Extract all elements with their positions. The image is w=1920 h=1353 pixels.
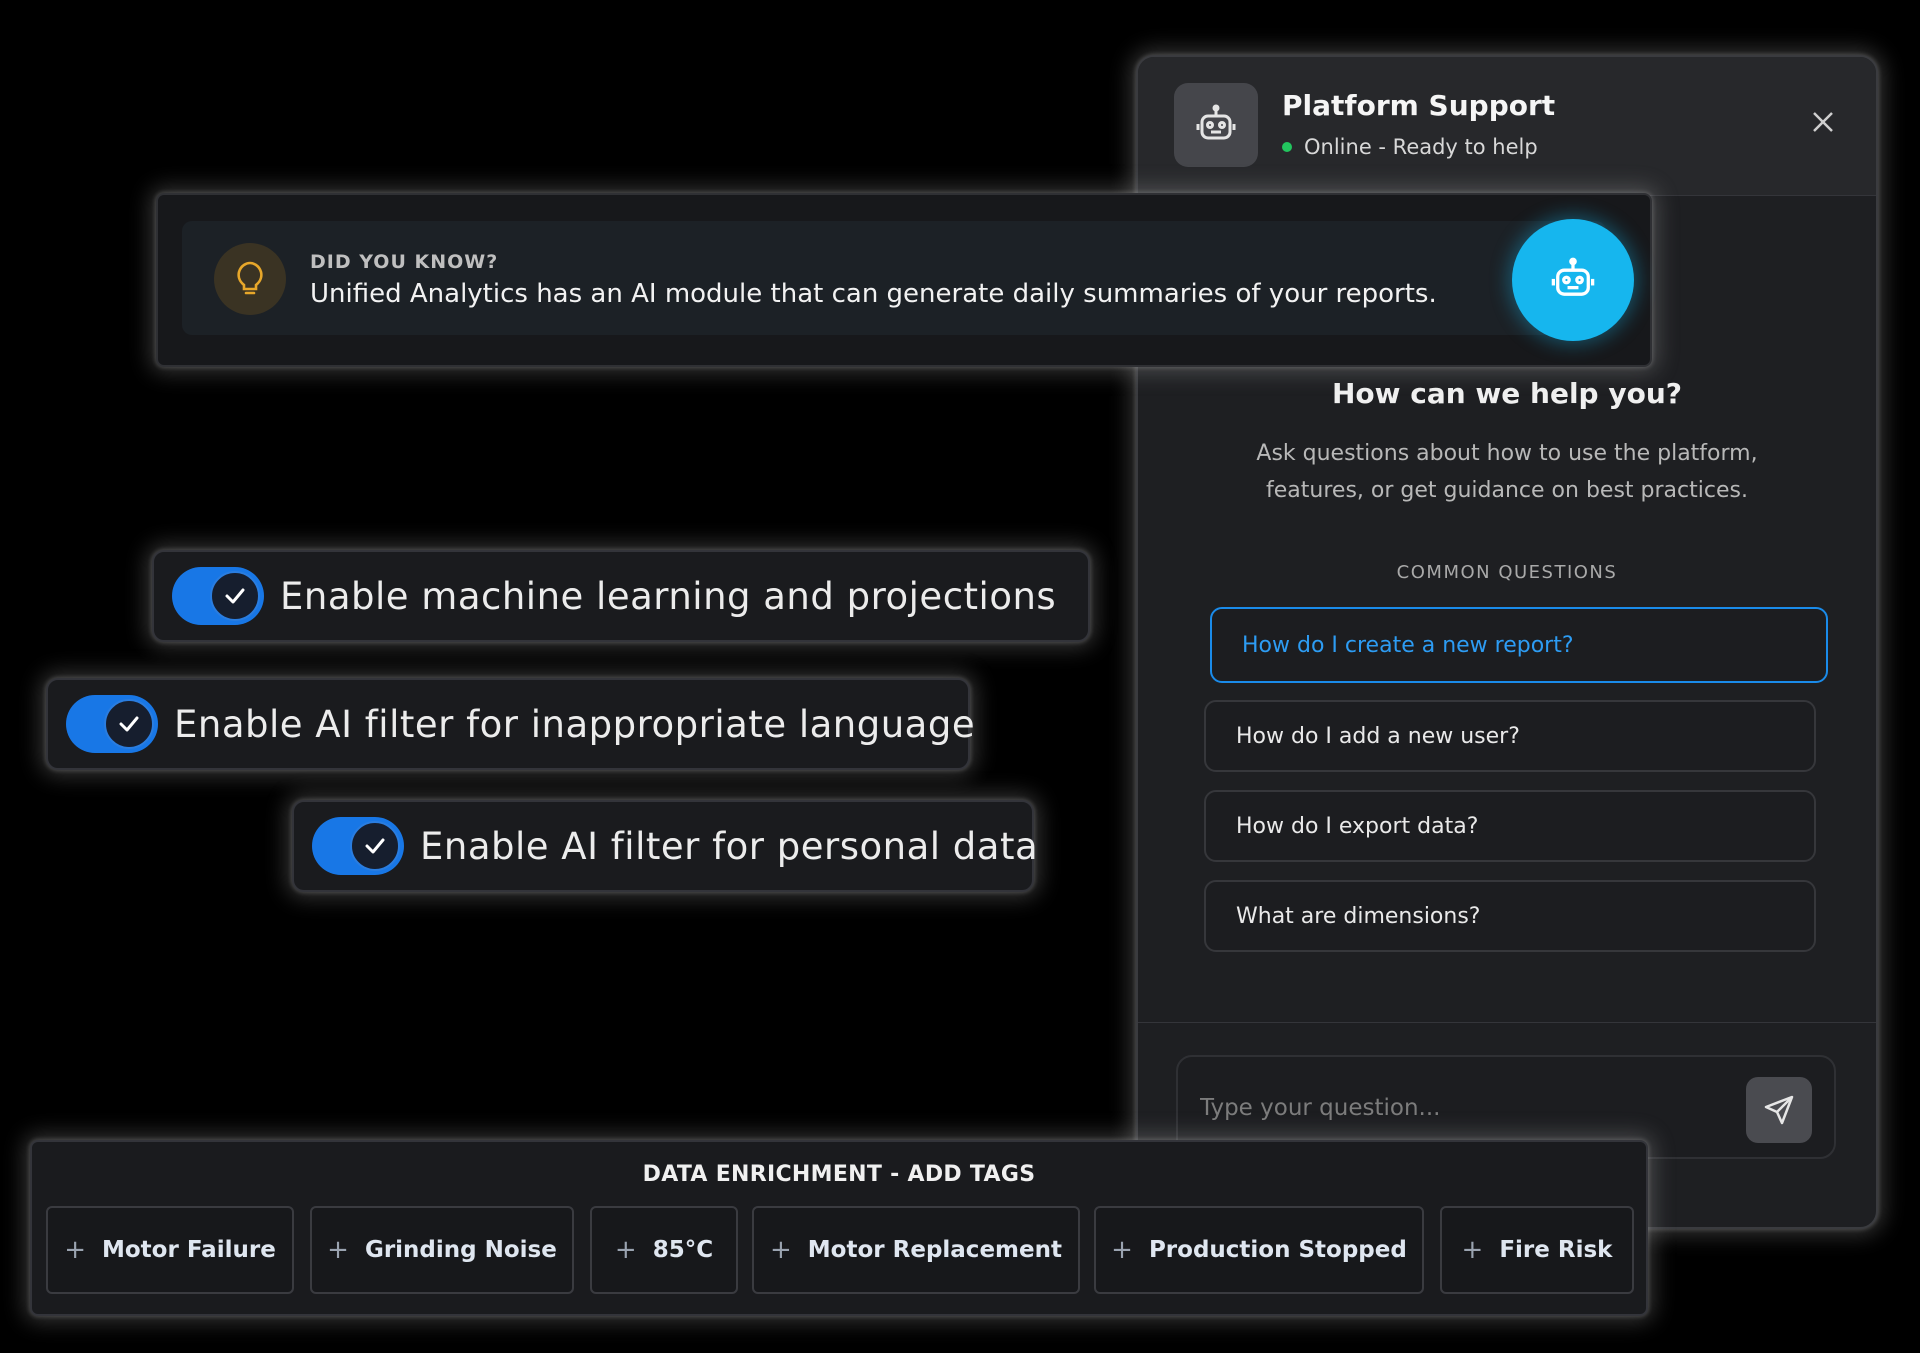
support-status: Online - Ready to help — [1282, 135, 1538, 159]
language-filter-toggle[interactable] — [66, 695, 158, 753]
tag-label: Production Stopped — [1148, 1237, 1407, 1263]
check-icon — [104, 699, 154, 749]
toggle-label: Enable AI filter for inappropriate langu… — [174, 702, 976, 746]
plus-icon: + — [770, 1235, 792, 1265]
toggle-card-personal-data: Enable AI filter for personal data — [292, 800, 1038, 892]
support-status-text: Online - Ready to help — [1304, 135, 1538, 159]
tip-content: DID YOU KNOW? Unified Analytics has an A… — [182, 221, 1606, 335]
tag-label: Motor Failure — [101, 1237, 276, 1263]
tag-label: 85°C — [652, 1237, 714, 1263]
toggle-label: Enable AI filter for personal data — [420, 824, 1039, 868]
toggle-card-language: Enable AI filter for inappropriate langu… — [46, 678, 975, 770]
toggle-label: Enable machine learning and projections — [280, 574, 1057, 618]
plus-icon: + — [327, 1235, 349, 1265]
tag-button[interactable]: + Grinding Noise — [310, 1206, 574, 1294]
tag-label: Fire Risk — [1499, 1237, 1613, 1263]
tip-text: Unified Analytics has an AI module that … — [310, 279, 1437, 309]
question-button[interactable]: What are dimensions? — [1204, 880, 1816, 952]
plus-icon: + — [614, 1235, 637, 1265]
support-title: Platform Support — [1282, 89, 1556, 122]
tip-banner: DID YOU KNOW? Unified Analytics has an A… — [156, 193, 1652, 367]
tag-button[interactable]: + 85°C — [590, 1206, 738, 1294]
ml-toggle[interactable] — [172, 567, 264, 625]
question-button[interactable]: How do I add a new user? — [1204, 700, 1816, 772]
tag-button[interactable]: + Production Stopped — [1094, 1206, 1424, 1294]
online-status-dot — [1282, 142, 1292, 152]
help-title: How can we help you? — [1331, 377, 1683, 410]
tags-header: DATA ENRICHMENT - ADD TAGS — [642, 1162, 1036, 1187]
check-icon — [210, 571, 260, 621]
check-icon — [350, 821, 400, 871]
send-icon[interactable] — [1746, 1077, 1812, 1143]
lightbulb-icon — [214, 243, 286, 315]
help-subtitle: Ask questions about how to use the platf… — [1256, 441, 1758, 503]
plus-icon: + — [1461, 1235, 1484, 1265]
robot-icon[interactable] — [1512, 219, 1634, 341]
robot-icon — [1174, 83, 1258, 167]
close-icon[interactable] — [1808, 107, 1838, 137]
plus-icon: + — [64, 1235, 86, 1265]
toggle-card-ml: Enable machine learning and projections — [152, 550, 1090, 642]
question-button[interactable]: How do I export data? — [1204, 790, 1816, 862]
common-questions-label: COMMON QUESTIONS — [1396, 562, 1618, 583]
tag-label: Grinding Noise — [364, 1237, 557, 1263]
plus-icon: + — [1111, 1235, 1133, 1265]
tag-label: Motor Replacement — [807, 1237, 1062, 1263]
personal-data-filter-toggle[interactable] — [312, 817, 404, 875]
question-button[interactable]: How do I create a new report? — [1210, 607, 1828, 683]
question-input[interactable] — [1198, 1087, 1722, 1129]
support-header: Platform Support Online - Ready to help — [1138, 57, 1876, 196]
tag-button[interactable]: + Motor Failure — [46, 1206, 294, 1294]
data-enrichment-panel: DATA ENRICHMENT - ADD TAGS + Motor Failu… — [30, 1140, 1648, 1316]
tag-button[interactable]: + Motor Replacement — [752, 1206, 1080, 1294]
tip-label: DID YOU KNOW? — [310, 251, 499, 273]
divider — [1138, 1022, 1876, 1023]
tag-button[interactable]: + Fire Risk — [1440, 1206, 1634, 1294]
